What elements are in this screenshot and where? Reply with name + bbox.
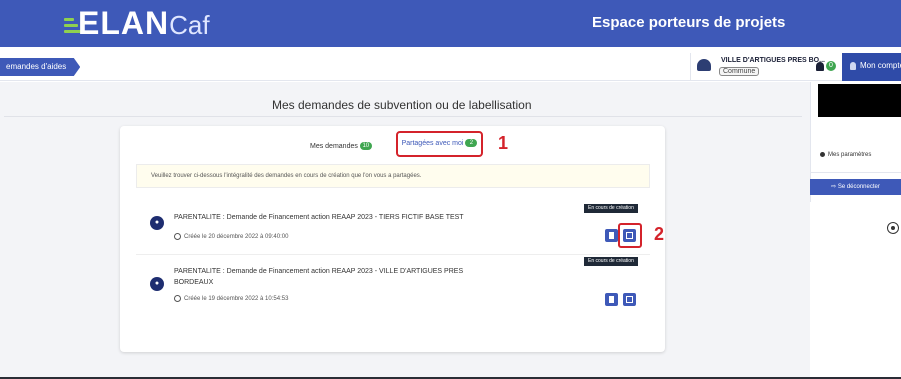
status-badge: En cours de création (584, 204, 638, 213)
requests-card: Mes demandes 10 Partagées avec moi 2 1 V… (120, 126, 665, 352)
tab-my-requests[interactable]: Mes demandes 10 (310, 142, 372, 150)
app-window: ELANCaf Espace porteurs de projets emand… (0, 0, 901, 379)
request-type-icon: ● (150, 277, 164, 291)
step-number-2: 2 (654, 224, 665, 244)
status-badge: En cours de création (584, 257, 638, 266)
info-message: Veuillez trouver ci-dessous l'intégralit… (136, 164, 650, 188)
shared-count-badge: 2 (465, 139, 478, 148)
entity-avatar-icon (697, 59, 711, 71)
my-requests-count-badge: 10 (359, 142, 372, 150)
my-account-button[interactable]: Mon compte (842, 53, 901, 81)
my-account-label: Mon compte (860, 61, 901, 70)
request-title[interactable]: PARENTALITE : Demande de Financement act… (174, 266, 463, 288)
list-item: ● PARENTALITE : Demande de Financement a… (136, 204, 650, 254)
gear-icon (820, 152, 825, 157)
request-created-date: Créée le 19 décembre 2022 à 10:54:53 (174, 295, 288, 302)
logo-wordmark: ELANCaf (78, 5, 210, 42)
request-title-line2: BORDEAUX (174, 279, 214, 286)
tab-shared-label: Partagées avec moi (401, 140, 464, 147)
my-settings-link[interactable]: Mes paramètres (820, 152, 871, 158)
highlight-box-2 (618, 223, 642, 248)
request-title-line1: PARENTALITE : Demande de Financement act… (174, 268, 464, 275)
request-created-text: Créée le 19 décembre 2022 à 10:54:53 (184, 296, 289, 303)
tab-shared-with-me[interactable]: Partagées avec moi 2 (396, 131, 483, 157)
request-created-text: Créée le 20 décembre 2022 à 09:40:00 (184, 234, 289, 241)
user-entity-selector[interactable]: VILLE D'ARTIGUES PRES BO... Commune (690, 53, 825, 81)
edit-icon (626, 296, 633, 303)
logout-button[interactable]: ⇨ Se déconnecter (810, 179, 901, 195)
logout-icon: ⇨ (831, 184, 838, 190)
request-created-date: Créée le 20 décembre 2022 à 09:40:00 (174, 233, 288, 240)
page-title: Mes demandes de subvention ou de labelli… (272, 98, 532, 112)
logout-label: Se déconnecter (837, 184, 880, 190)
clock-icon (174, 233, 181, 240)
logo-caf-text: Caf (169, 10, 210, 40)
space-title: Espace porteurs de projets (592, 14, 786, 31)
move-cursor-icon (887, 222, 899, 234)
list-item: ● PARENTALITE : Demande de Financement a… (136, 258, 650, 318)
redacted-user-info (818, 84, 901, 117)
breadcrumb[interactable]: emandes d'aides (0, 58, 81, 76)
item-divider (136, 254, 650, 255)
tab-my-requests-label: Mes demandes (310, 142, 358, 150)
document-icon (609, 232, 614, 239)
top-header: ELANCaf Espace porteurs de projets (0, 0, 901, 47)
user-icon (850, 62, 856, 70)
step-number-1: 1 (498, 133, 509, 153)
view-document-button[interactable] (605, 293, 618, 306)
request-type-icon: ● (150, 216, 164, 230)
document-icon (609, 296, 614, 303)
entity-role-badge: Commune (719, 67, 760, 76)
dropdown-divider (810, 172, 901, 173)
sub-navigation-bar: emandes d'aides VILLE D'ARTIGUES PRES BO… (0, 53, 901, 81)
request-title[interactable]: PARENTALITE : Demande de Financement act… (174, 212, 464, 223)
view-document-button[interactable] (605, 229, 618, 242)
entity-name: VILLE D'ARTIGUES PRES BO... (721, 57, 825, 64)
my-settings-label: Mes paramètres (828, 152, 872, 159)
notification-count-badge[interactable]: 0 (826, 61, 836, 71)
title-divider (4, 116, 802, 117)
logo-main-text: ELAN (78, 5, 170, 41)
clock-icon (174, 295, 181, 302)
bell-icon[interactable] (816, 62, 824, 71)
edit-request-button[interactable] (623, 293, 636, 306)
